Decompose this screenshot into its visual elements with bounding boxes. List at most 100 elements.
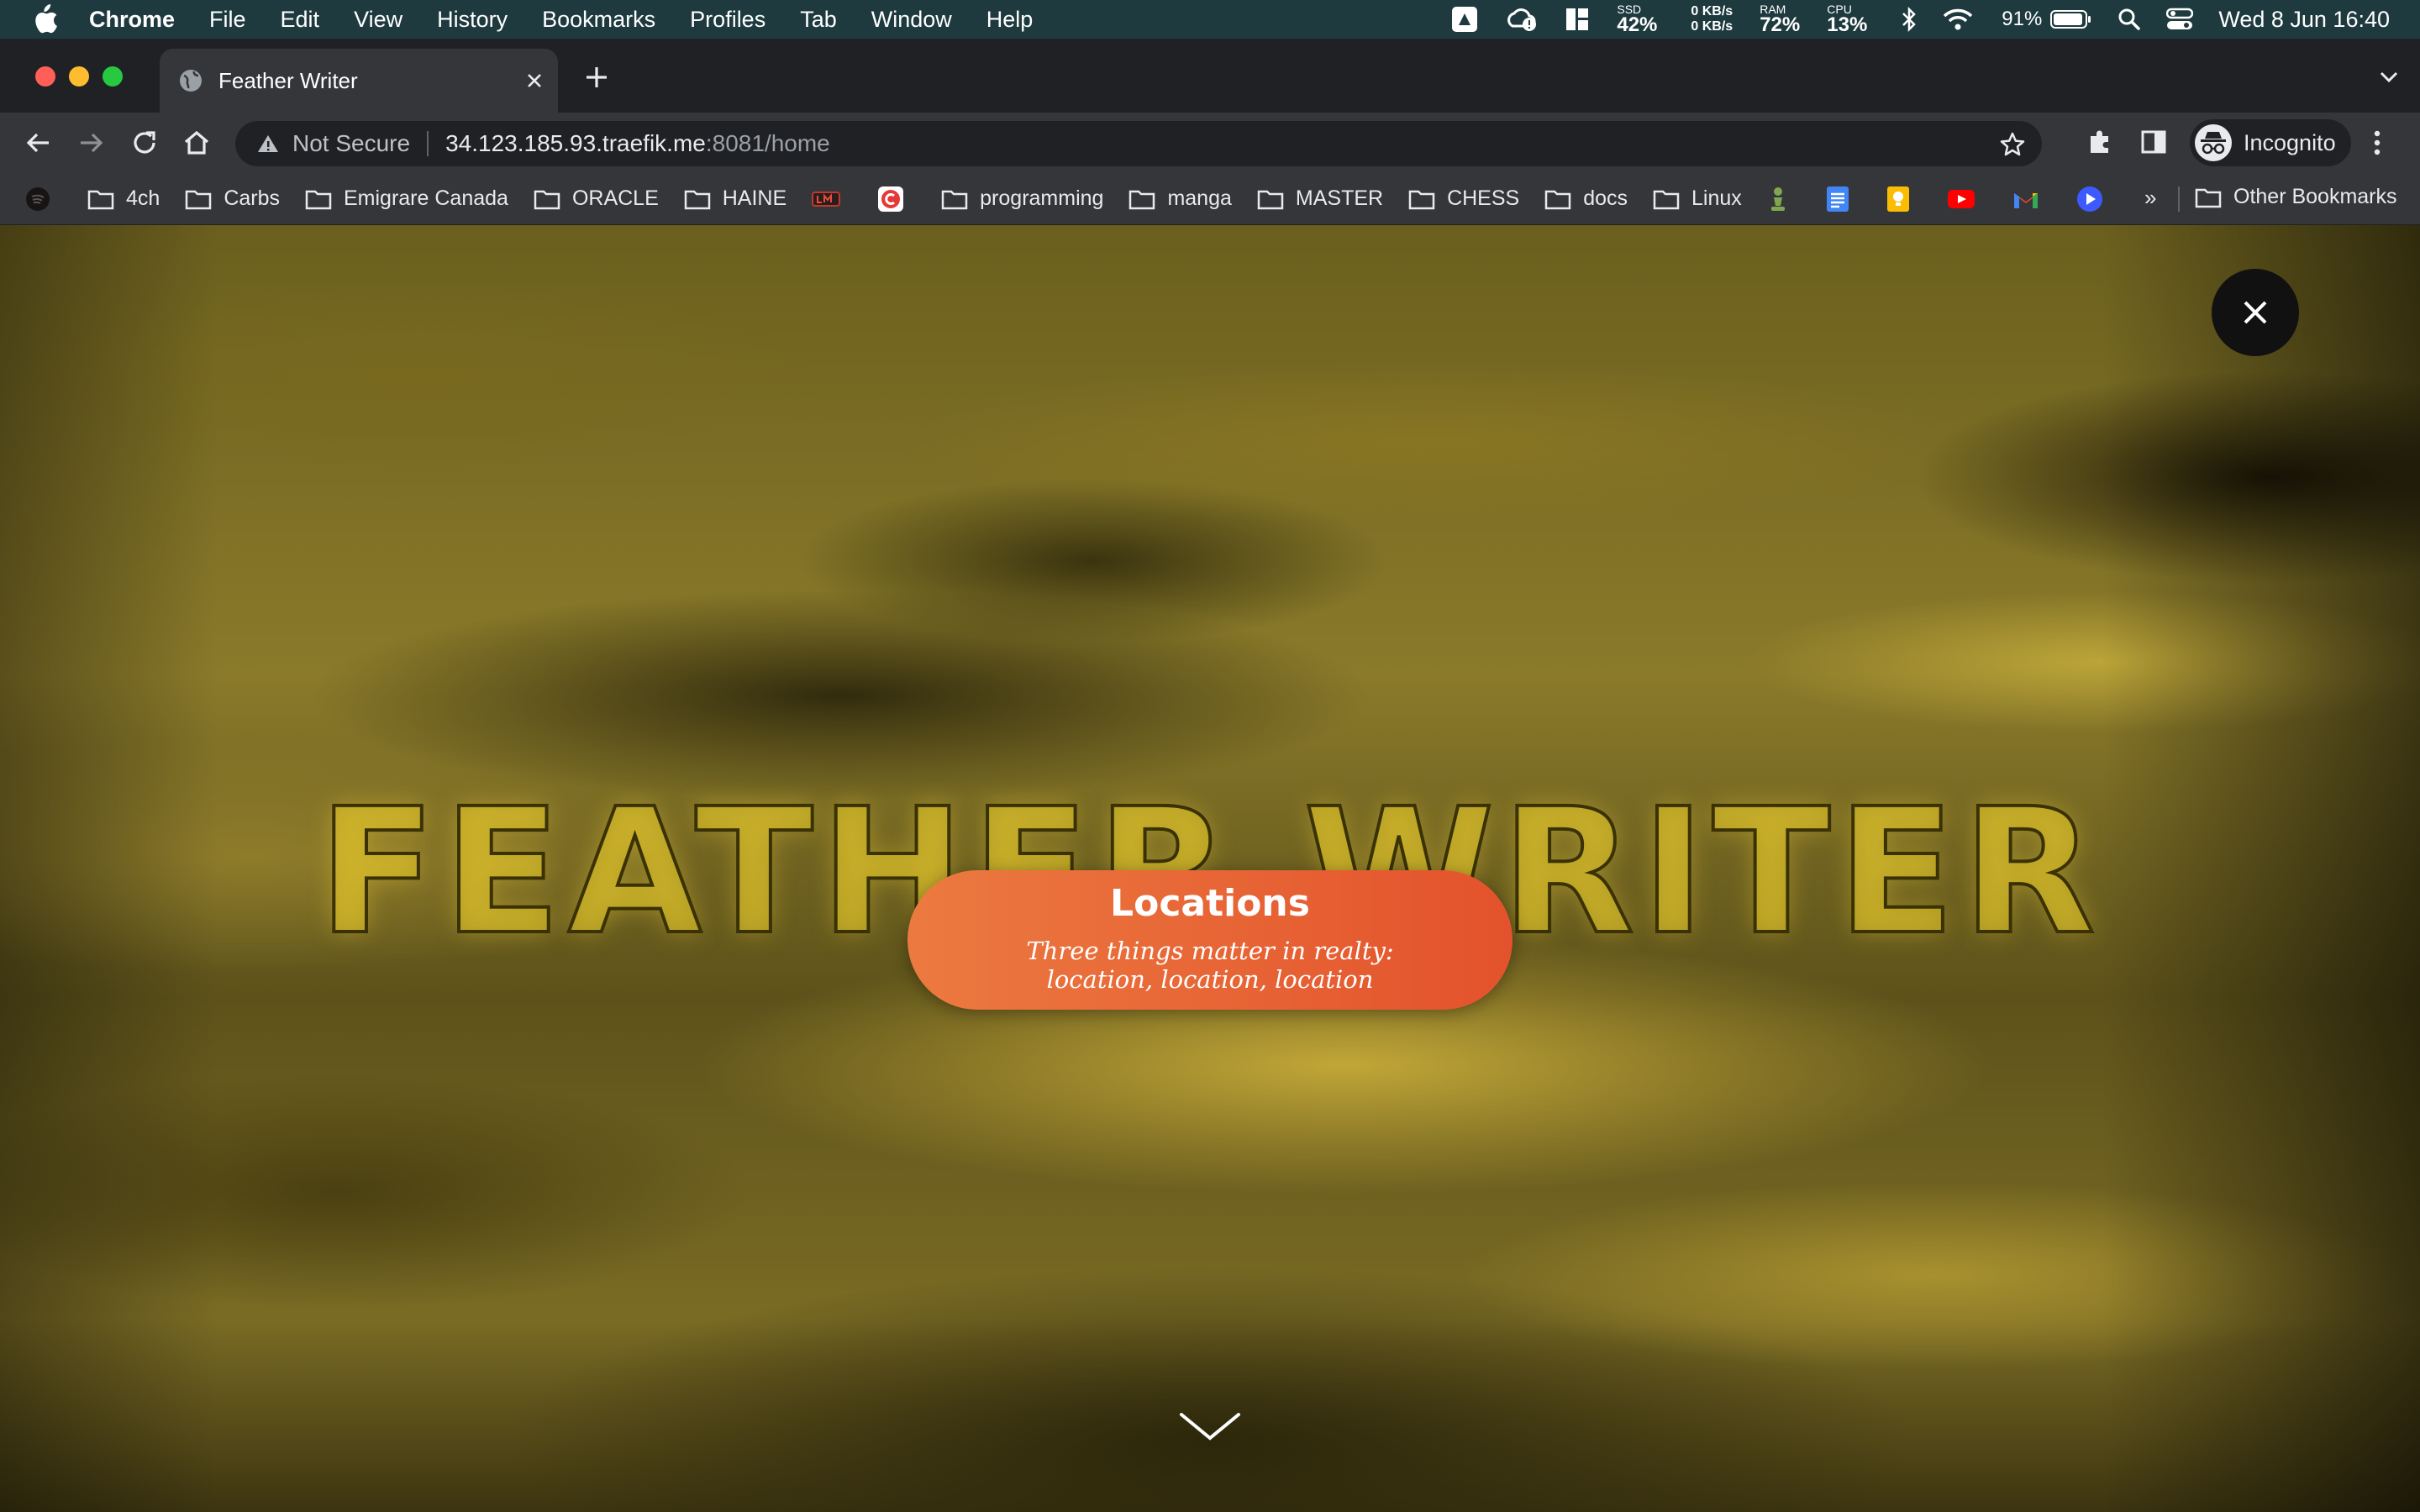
ram-stat[interactable]: RAM 72% [1760,3,1800,35]
bookmark-folder[interactable]: manga [1128,186,1232,211]
bookmark-folder[interactable]: 4ch [87,186,160,211]
menu-help[interactable]: Help [986,7,1034,33]
warning-triangle-icon[interactable] [257,134,279,154]
security-status-label[interactable]: Not Secure [292,130,410,157]
new-tab-icon[interactable] [580,60,613,94]
locations-card[interactable]: Locations Three things matter in realty:… [908,870,1512,1010]
menu-edit[interactable]: Edit [281,7,320,33]
battery-icon[interactable] [2050,9,2092,29]
forward-arrow-icon[interactable] [76,128,106,158]
window-minimize-button[interactable] [69,66,89,87]
incognito-profile-button[interactable]: Incognito [2190,119,2351,166]
more-menu-icon[interactable] [2371,128,2383,158]
home-icon[interactable] [182,128,212,158]
bookmarks-bar: 4ch Carbs Emigrare Canada ORACLE HAINE p… [0,173,2420,225]
omnibox-divider [427,131,429,156]
spotlight-search-icon[interactable] [2118,8,2141,31]
close-icon [2244,301,2267,324]
window-layout-icon[interactable] [1565,7,1590,32]
bookmark-folder[interactable]: ORACLE [534,186,659,211]
bookmark-folder[interactable]: docs [1544,186,1628,211]
close-overlay-button[interactable] [2212,269,2299,356]
browser-toolbar: Not Secure 34.123.185.93.traefik.me:8081… [0,113,2420,173]
url-host[interactable]: 34.123.185.93.traefik.me [445,130,706,157]
menu-app-name[interactable]: Chrome [89,7,175,33]
net-up: 0 KB/s [1691,4,1733,18]
bookmark-gmail-icon[interactable] [2012,188,2051,210]
tab-search-chevron-icon[interactable] [2378,66,2400,87]
ssd-stat[interactable]: SSD 42% [1617,3,1657,35]
browser-tab-active[interactable]: Feather Writer [160,49,558,113]
bookmark-folder-label: MASTER [1295,186,1384,210]
bookmark-red-c-icon[interactable] [877,186,916,213]
bookmark-folder[interactable]: MASTER [1257,186,1383,211]
menu-tab[interactable]: Tab [800,7,837,33]
bookmark-spotify-icon[interactable] [25,186,62,212]
menubar-clock[interactable]: Wed 8 Jun 16:40 [2218,7,2390,33]
scroll-down-chevron-icon[interactable] [1178,1410,1242,1443]
bookmark-play-icon[interactable] [2076,186,2115,213]
menubar-status-area: SSD 42% 0 KB/s 0 KB/s RAM 72% CPU 13% 91… [1425,0,2390,39]
window-zoom-button[interactable] [103,66,123,87]
ssd-value: 42% [1617,13,1658,36]
bookmark-chess-pawn-icon[interactable] [1767,186,1801,213]
bookmark-folder[interactable]: Emigrare Canada [305,186,508,211]
folder-icon [2195,188,2222,207]
back-arrow-icon[interactable] [24,128,54,158]
bookmark-folder-label: HAINE [722,186,787,210]
bookmark-folder-label: Carbs [224,186,280,210]
menu-bookmarks[interactable]: Bookmarks [542,7,655,33]
bookmark-lm-icon[interactable] [812,189,852,209]
bluetooth-icon[interactable] [1901,7,1918,32]
ram-value: 72% [1760,13,1801,36]
folder-icon [684,190,710,209]
battery-percent[interactable]: 91% [2002,8,2042,31]
bookmark-star-icon[interactable] [2000,132,2025,157]
window-close-button[interactable] [35,66,55,87]
wifi-icon[interactable] [1943,8,1973,31]
address-bar[interactable]: Not Secure 34.123.185.93.traefik.me:8081… [235,121,2042,166]
menu-file[interactable]: File [209,7,246,33]
folder-icon [534,190,560,209]
extensions-puzzle-icon[interactable] [2086,128,2114,156]
menu-view[interactable]: View [354,7,402,33]
folder-icon [186,190,212,209]
network-stat[interactable]: 0 KB/s 0 KB/s [1691,5,1733,34]
tab-close-icon[interactable] [511,72,558,89]
folder-icon [941,190,968,209]
menu-window[interactable]: Window [871,7,952,33]
folder-icon [1257,190,1284,209]
bookmark-folder[interactable]: HAINE [684,186,786,211]
cloud-alert-icon[interactable] [1504,6,1539,33]
bookmark-google-docs-icon[interactable] [1826,186,1861,213]
menu-profiles[interactable]: Profiles [690,7,765,33]
folder-icon [1653,190,1680,209]
side-panel-icon[interactable] [2139,128,2168,156]
cpu-stat[interactable]: CPU 13% [1827,3,1867,35]
globe-icon [180,70,202,92]
bookmark-google-keep-icon[interactable] [1886,186,1922,213]
bookmark-folder[interactable]: CHESS [1408,186,1519,211]
incognito-icon [2195,124,2232,161]
bookmark-folder-label: manga [1167,186,1232,210]
bookmark-youtube-icon[interactable] [1947,188,1987,210]
bookmark-folder[interactable]: Linux [1653,186,1742,211]
drive-icon[interactable] [1450,5,1479,34]
apple-icon[interactable] [30,4,59,34]
menu-history[interactable]: History [437,7,508,33]
bookmarks-overflow-button[interactable]: » [2144,185,2156,211]
profile-label: Incognito [2244,129,2336,155]
bookmark-folder[interactable]: programming [941,186,1103,211]
url-path[interactable]: :8081/home [706,130,830,157]
bookmark-folder-label: docs [1583,186,1628,210]
page-background: FEATHER WRITER Locations Three things ma… [0,225,2420,1512]
net-down: 0 KB/s [1691,19,1733,34]
bookmark-folder-label: 4ch [126,186,160,210]
bookmark-folder-label: ORACLE [571,186,659,210]
bookmark-folder[interactable]: Carbs [185,186,280,211]
control-center-icon[interactable] [2166,8,2194,31]
folder-icon [1408,190,1435,209]
other-bookmarks-folder[interactable]: Other Bookmarks [2195,185,2397,209]
card-heading: Locations [1110,882,1310,925]
reload-icon[interactable] [129,128,160,158]
